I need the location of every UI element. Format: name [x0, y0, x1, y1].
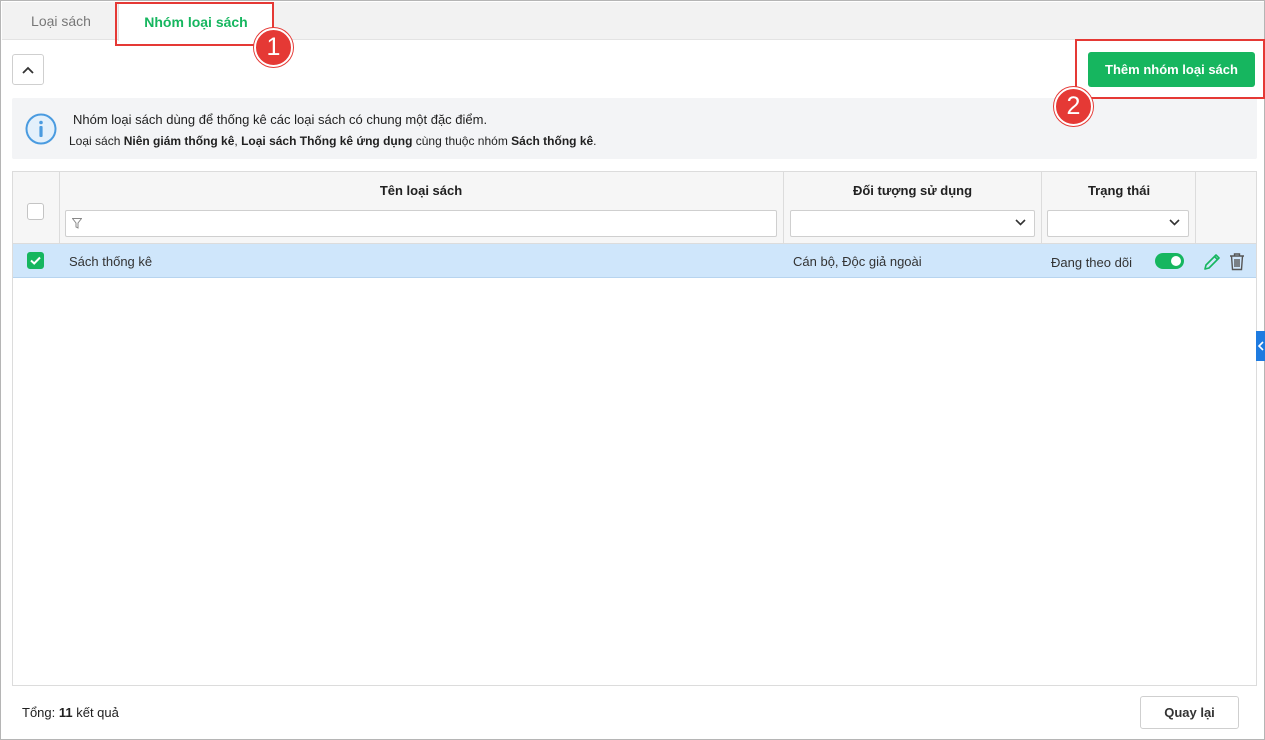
filter-icon — [72, 218, 82, 229]
row-audience-cell: Cán bộ, Độc giả ngoài — [793, 253, 922, 269]
info-text-line1: Nhóm loại sách dùng để thống kê các loại… — [73, 112, 488, 127]
back-button[interactable]: Quay lại — [1140, 696, 1239, 729]
delete-trash-icon[interactable] — [1228, 252, 1246, 271]
add-group-button[interactable]: Thêm nhóm loại sách — [1088, 52, 1255, 87]
select-all-checkbox[interactable] — [27, 203, 44, 220]
chevron-up-icon — [22, 66, 34, 74]
status-filter-select[interactable] — [1047, 210, 1189, 237]
data-grid: Tên loại sách Đối tượng sử dụng Trạng th… — [12, 171, 1257, 686]
tab-bar: Loại sách Nhóm loại sách — [2, 2, 1264, 41]
chevron-left-icon — [1258, 341, 1264, 351]
row-status-cell: Đang theo dõi — [1051, 254, 1132, 270]
table-header: Tên loại sách Đối tượng sử dụng Trạng th… — [13, 172, 1256, 244]
chevron-down-icon — [1169, 219, 1180, 226]
chevron-down-icon — [1015, 219, 1026, 226]
info-text-line2: Loại sách Niên giám thống kê, Loại sách … — [69, 134, 597, 148]
edit-pencil-icon[interactable] — [1202, 252, 1222, 272]
name-filter-input[interactable] — [65, 210, 777, 237]
status-toggle[interactable] — [1155, 253, 1184, 269]
column-header-name[interactable]: Tên loại sách — [59, 183, 783, 198]
column-header-audience[interactable]: Đối tượng sử dụng — [784, 183, 1041, 198]
total-results: Tổng: 11 kết quả — [22, 705, 119, 720]
checkmark-icon — [30, 256, 41, 265]
tab-nhom-loai-sach[interactable]: Nhóm loại sách — [118, 2, 274, 41]
info-icon — [25, 113, 57, 145]
step-badge-1: 1 — [254, 28, 293, 67]
table-row[interactable]: Sách thống kê Cán bộ, Độc giả ngoài Đang… — [13, 244, 1256, 278]
row-name-cell: Sách thống kê — [69, 253, 153, 269]
collapse-button[interactable] — [12, 54, 44, 85]
row-checkbox[interactable] — [27, 252, 44, 269]
column-header-status[interactable]: Trạng thái — [1042, 183, 1196, 198]
step-badge-2: 2 — [1054, 87, 1093, 126]
tab-loai-sach[interactable]: Loại sách — [16, 2, 106, 40]
app-frame: Loại sách Nhóm loại sách Thêm nhóm loại … — [0, 0, 1265, 740]
audience-filter-select[interactable] — [790, 210, 1035, 237]
side-panel-toggle[interactable] — [1256, 331, 1265, 361]
